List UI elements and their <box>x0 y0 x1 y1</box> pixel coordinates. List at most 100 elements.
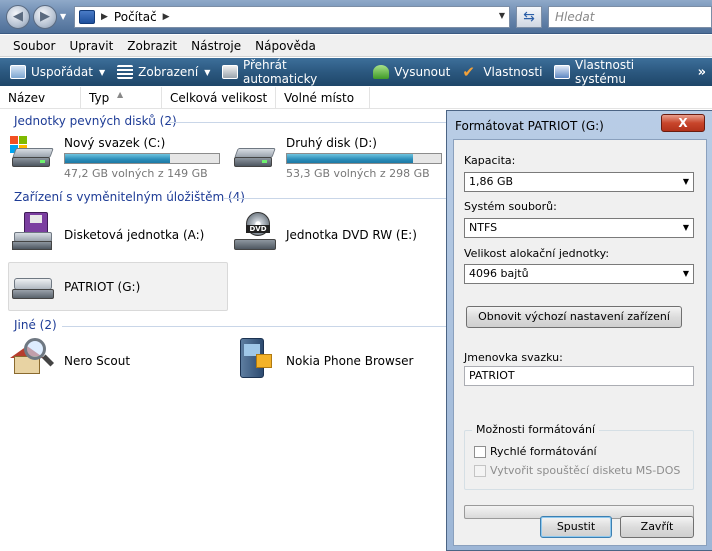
computer-icon <box>79 10 95 24</box>
format-dialog: Formátovat PATRIOT (G:) X Kapacita: 1,86… <box>446 110 712 551</box>
drive-d-free-space: 53,3 GB volných z 298 GB <box>286 167 430 180</box>
dialog-close-button[interactable]: X <box>661 114 705 132</box>
group-header-removable[interactable]: Zařízení s vyměnitelným úložištěm (4) <box>14 190 245 204</box>
drive-a-label: Disketová jednotka (A:) <box>64 228 205 242</box>
views-icon <box>117 65 134 79</box>
dialog-body: Kapacita: 1,86 GB ▼ Systém souborů: NTFS… <box>453 139 707 546</box>
back-button[interactable]: ◀ <box>6 5 30 29</box>
msdos-startup-label: Vytvořit spouštěcí disketu MS-DOS <box>490 464 681 477</box>
address-box[interactable]: ▶ Počítač ▶ ▼ <box>74 6 510 28</box>
menu-view[interactable]: Zobrazit <box>120 39 184 53</box>
group-header-hard-disks[interactable]: Jednotky pevných disků (2) <box>14 114 177 128</box>
organize-icon <box>10 65 26 79</box>
drive-a[interactable]: Disketová jednotka (A:) <box>10 212 204 252</box>
dvd-drive-icon: DVD <box>232 212 278 252</box>
format-options-group <box>464 430 694 490</box>
group-header-other[interactable]: Jiné (2) <box>14 318 57 332</box>
sort-ascending-icon: ▲ <box>117 90 124 99</box>
autoplay-icon <box>222 65 238 79</box>
forward-arrow-icon: ▶ <box>40 9 50 24</box>
file-list: Jednotky pevných disků (2) Nový svazek (… <box>0 110 446 551</box>
format-options-legend: Možnosti formátování <box>472 423 600 436</box>
organize-label: Uspořádat <box>31 65 93 79</box>
allocation-unit-label: Velikost alokační jednotky: <box>464 247 610 260</box>
chevron-down-icon: ▼ <box>682 223 689 232</box>
organize-button[interactable]: Uspořádat ▼ <box>4 60 111 84</box>
quick-format-checkbox[interactable]: Rychlé formátování <box>474 445 597 458</box>
address-bar: ◀ ▶ ▼ ▶ Počítač ▶ ▼ ⇆ Hledat <box>0 0 712 34</box>
chevron-down-icon: ▼ <box>98 67 106 77</box>
nokia-phone-browser[interactable]: Nokia Phone Browser <box>232 338 413 380</box>
close-button[interactable]: Zavřít <box>620 516 694 538</box>
forward-button[interactable]: ▶ <box>33 5 57 29</box>
allocation-unit-value: 4096 bajtů <box>469 267 529 280</box>
column-type[interactable]: ▲ Typ <box>81 87 162 109</box>
start-button[interactable]: Spustit <box>540 516 612 538</box>
column-headers: Název ▲ Typ Celková velikost Volné místo <box>0 87 712 109</box>
capacity-label: Kapacita: <box>464 154 516 167</box>
toolbar-overflow-button[interactable]: » <box>692 60 712 84</box>
close-icon: X <box>678 116 688 130</box>
autoplay-button[interactable]: Přehrát automaticky <box>216 58 367 86</box>
column-free-space[interactable]: Volné místo <box>276 87 370 109</box>
menu-bar: Soubor Upravit Zobrazit Nástroje Nápověd… <box>0 35 712 57</box>
address-dropdown-icon[interactable]: ▼ <box>499 11 505 20</box>
drive-e[interactable]: DVD Jednotka DVD RW (E:) <box>232 212 417 252</box>
back-arrow-icon: ◀ <box>13 9 23 24</box>
drive-g[interactable]: PATRIOT (G:) <box>10 270 140 304</box>
phone-icon <box>232 338 278 380</box>
floppy-drive-icon <box>10 212 56 252</box>
menu-help[interactable]: Nápověda <box>248 39 323 53</box>
eject-label: Vysunout <box>394 65 451 79</box>
group-divider <box>62 326 446 327</box>
nero-scout-label: Nero Scout <box>64 354 131 368</box>
file-system-value: NTFS <box>469 221 498 234</box>
drive-c[interactable]: Nový svazek (C:) 47,2 GB volných z 149 G… <box>10 136 220 180</box>
views-button[interactable]: Zobrazení ▼ <box>111 60 216 84</box>
drive-g-label: PATRIOT (G:) <box>64 280 141 294</box>
nero-scout[interactable]: Nero Scout <box>10 338 130 378</box>
drive-d-usage-bar <box>286 153 442 164</box>
autoplay-label: Přehrát automaticky <box>242 58 318 86</box>
quick-format-label: Rychlé formátování <box>490 445 597 458</box>
dvd-badge: DVD <box>246 225 270 233</box>
magnifier-house-icon <box>10 338 56 378</box>
system-properties-button[interactable]: Vlastnosti systému <box>548 58 691 86</box>
history-dropdown-icon[interactable]: ▼ <box>60 12 70 22</box>
capacity-select[interactable]: 1,86 GB ▼ <box>464 172 694 192</box>
file-system-label: Systém souborů: <box>464 200 557 213</box>
checkbox-icon <box>474 445 486 458</box>
menu-edit[interactable]: Upravit <box>62 39 120 53</box>
drive-c-label: Nový svazek (C:) <box>64 136 166 150</box>
breadcrumb-separator-icon[interactable]: ▶ <box>163 12 170 22</box>
drive-d[interactable]: Druhý disk (D:) 53,3 GB volných z 298 GB <box>232 136 442 180</box>
restore-defaults-button[interactable]: Obnovit výchozí nastavení zařízení <box>466 306 682 328</box>
hard-drive-icon <box>10 136 56 170</box>
removable-drive-icon <box>10 270 56 304</box>
refresh-button[interactable]: ⇆ <box>516 6 542 28</box>
system-properties-label: Vlastnosti systému <box>575 58 635 86</box>
search-input[interactable]: Hledat <box>548 6 712 28</box>
capacity-value: 1,86 GB <box>469 175 514 188</box>
breadcrumb-computer[interactable]: Počítač <box>114 10 157 24</box>
allocation-unit-select[interactable]: 4096 bajtů ▼ <box>464 264 694 284</box>
volume-label-label: Jmenovka svazku: <box>464 351 563 364</box>
menu-file[interactable]: Soubor <box>6 39 62 53</box>
breadcrumb-separator-icon[interactable]: ▶ <box>101 12 108 22</box>
drive-c-free-space: 47,2 GB volných z 149 GB <box>64 167 208 180</box>
volume-label-input[interactable]: PATRIOT <box>464 366 694 386</box>
views-label: Zobrazení <box>138 65 199 79</box>
properties-label: Vlastnosti <box>483 65 543 79</box>
properties-button[interactable]: ✔ Vlastnosti <box>456 60 548 84</box>
dialog-title: Formátovat PATRIOT (G:) <box>455 119 604 133</box>
eject-button[interactable]: Vysunout <box>367 60 456 84</box>
checkbox-icon <box>474 464 486 477</box>
group-divider <box>168 122 446 123</box>
nokia-phone-browser-label: Nokia Phone Browser <box>286 354 414 368</box>
column-total-size[interactable]: Celková velikost <box>162 87 276 109</box>
file-system-select[interactable]: NTFS ▼ <box>464 218 694 238</box>
refresh-icon: ⇆ <box>523 9 535 25</box>
menu-tools[interactable]: Nástroje <box>184 39 248 53</box>
column-name[interactable]: Název <box>0 87 81 109</box>
drive-e-label: Jednotka DVD RW (E:) <box>286 228 417 242</box>
